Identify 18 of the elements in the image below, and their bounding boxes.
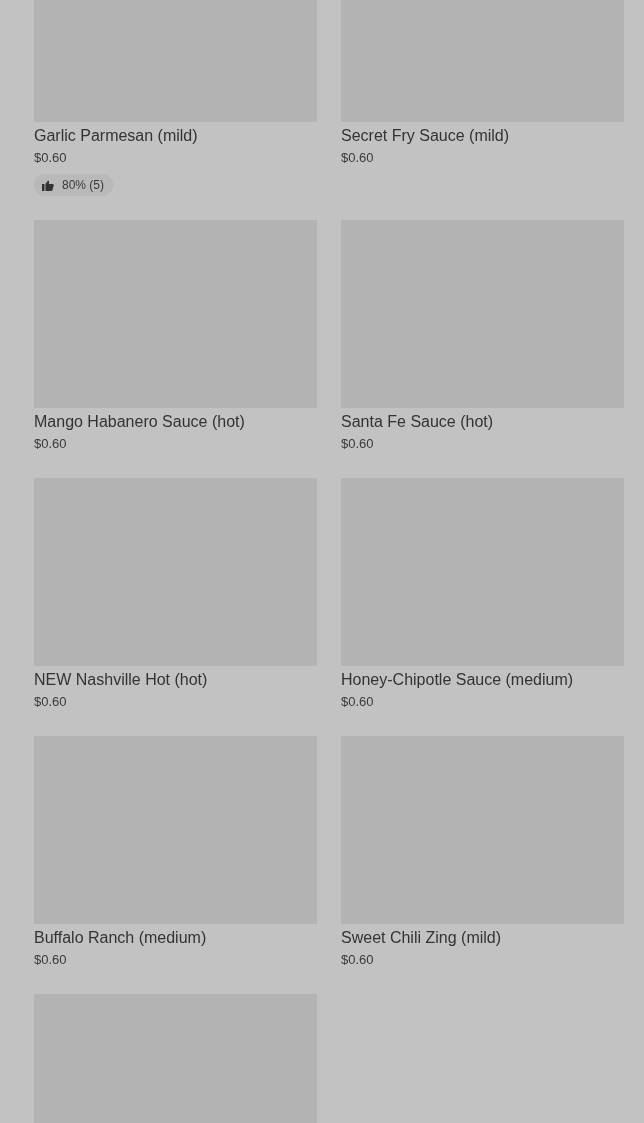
item-name: Secret Fry Sauce (mild) [341, 126, 510, 146]
item-name: Santa Fe Sauce (hot) [341, 412, 494, 432]
thumbs-up-icon [42, 179, 54, 191]
item-price: $0.60 [34, 951, 67, 969]
item-name: Buffalo Ranch (medium) [34, 928, 207, 948]
item-name: Garlic Parmesan (mild) [34, 126, 198, 146]
item-price: $0.60 [341, 693, 374, 711]
item-name: Sweet Chili Zing (mild) [341, 928, 502, 948]
item-name: Mango Habanero Sauce (hot) [34, 412, 245, 432]
item-price: $0.60 [341, 435, 374, 453]
item-name: Honey-Chipotle Sauce (medium) [341, 670, 574, 690]
item-price: $0.60 [341, 149, 374, 167]
item-name: NEW Nashville Hot (hot) [34, 670, 208, 690]
item-price: $0.60 [34, 693, 67, 711]
item-price: $0.60 [34, 435, 67, 453]
item-price: $0.60 [341, 951, 374, 969]
item-price: $0.60 [34, 149, 67, 167]
rating-text: 80% (5) [62, 178, 105, 192]
